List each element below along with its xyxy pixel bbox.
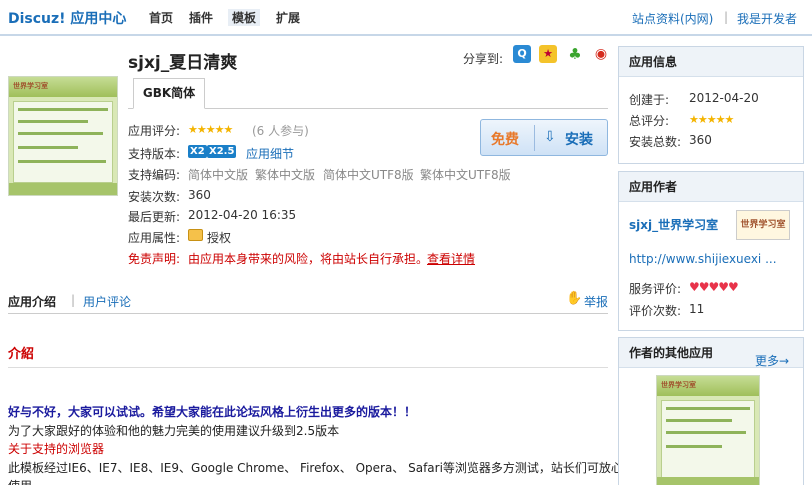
nav-plugins[interactable]: 插件 xyxy=(185,9,217,26)
total-rating-stars: ★★★★★ xyxy=(689,112,734,126)
created-label: 创建于: xyxy=(629,93,670,107)
attribute-value: 授权 xyxy=(207,231,232,245)
thumbnail-grass xyxy=(657,477,759,485)
thumbnail-body xyxy=(13,101,113,183)
install-label: 安装 xyxy=(565,132,593,148)
updated-value: 2012-04-20 16:35 xyxy=(188,208,297,222)
install-divider xyxy=(534,125,535,151)
description-line: 好与不好，大家可以试试。希望大家能在此论坛风格上衍生出更多的版本！！ xyxy=(8,405,417,419)
other-apps-title-text: 作者的其他应用 xyxy=(629,346,714,360)
nav-extend[interactable]: 扩展 xyxy=(272,9,304,26)
installs-value: 360 xyxy=(188,188,211,202)
tab-gbk-simplified[interactable]: GBK简体 xyxy=(133,78,205,109)
star-icon[interactable]: ★ xyxy=(539,45,557,63)
nav-home[interactable]: 首页 xyxy=(145,9,177,26)
thumbnail-line xyxy=(666,419,732,422)
top-bar: Discuz! 应用中心 首页 插件 模板 扩展 站点资料(内网) | 我是开发… xyxy=(0,0,812,34)
site-info-link[interactable]: 站点资料(内网) xyxy=(632,10,713,27)
review-count-label: 评价次数: xyxy=(629,304,682,318)
content-tab-divider xyxy=(8,313,608,314)
nav-templates[interactable]: 模板 xyxy=(228,9,261,26)
description-line: 为了大家跟好的体验和他的魅力完美的使用建议升级到2.5版本 xyxy=(8,424,340,438)
hand-icon[interactable]: ✋ xyxy=(566,291,582,306)
service-rating-hearts: ♥♥♥♥♥ xyxy=(689,280,739,294)
thumbnail-line xyxy=(18,108,108,111)
author-name-link[interactable]: sjxj_世界学习室 xyxy=(629,216,718,233)
thumbnail-line xyxy=(18,120,88,123)
disclaimer-detail-link[interactable]: 查看详情 xyxy=(427,250,475,267)
rating-count: (6 人参与) xyxy=(252,124,309,138)
thumbnail-line xyxy=(18,160,106,163)
more-apps-link[interactable]: 更多→ xyxy=(755,346,789,376)
other-apps-panel: 作者的其他应用 更多→ 世界学习室 xyxy=(618,337,804,485)
app-info-title: 应用信息 xyxy=(619,47,803,77)
version-badge-x2: X2 xyxy=(188,145,207,158)
review-count-value: 11 xyxy=(689,302,705,316)
encoding-option: 繁体中文版 xyxy=(255,168,316,182)
app-author-panel: 应用作者 sjxj_世界学习室 世界学习室 http://www.shijiex… xyxy=(618,171,804,331)
total-installs-value: 360 xyxy=(689,133,712,147)
thumbnail-line xyxy=(666,445,722,448)
encoding-option: 简体中文UTF8版 xyxy=(323,168,414,182)
top-divider xyxy=(0,34,812,36)
thumbnail-body xyxy=(661,400,755,478)
tab-app-intro[interactable]: 应用介绍 xyxy=(8,293,56,310)
thumbnail-grass xyxy=(9,183,117,195)
attribute-label: 应用属性: xyxy=(128,231,181,245)
version-label: 支持版本: xyxy=(128,147,181,161)
thumbnail-line xyxy=(666,431,746,434)
thumbnail-logo: 世界学习室 xyxy=(13,82,48,90)
created-value: 2012-04-20 xyxy=(689,91,759,105)
total-rating-label: 总评分: xyxy=(629,114,670,128)
description-line: 使用 xyxy=(8,477,32,485)
app-thumbnail[interactable]: 世界学习室 xyxy=(8,76,118,196)
encoding-option: 繁体中文UTF8版 xyxy=(420,168,511,182)
tab-user-reviews[interactable]: 用户评论 xyxy=(83,293,131,310)
disclaimer-label: 免责声明: xyxy=(128,252,181,266)
author-logo[interactable]: 世界学习室 xyxy=(736,210,790,240)
clover-icon[interactable]: ♣ xyxy=(566,45,584,63)
total-installs-label: 安装总数: xyxy=(629,135,682,149)
encoding-label: 支持编码: xyxy=(128,168,181,182)
qzone-icon[interactable]: Q xyxy=(513,45,531,63)
free-label: 免费 xyxy=(491,132,519,148)
weibo-icon[interactable]: ◉ xyxy=(592,45,610,63)
star-icon: ★★★★★ xyxy=(689,113,734,126)
other-app-thumbnail[interactable]: 世界学习室 xyxy=(656,375,760,485)
share-label: 分享到: xyxy=(463,52,504,66)
app-author-title: 应用作者 xyxy=(619,172,803,202)
service-rating-label: 服务评价: xyxy=(629,282,682,296)
rating-label: 应用评分: xyxy=(128,124,181,138)
encoding-option: 简体中文版 xyxy=(188,168,249,182)
developer-link[interactable]: 我是开发者 xyxy=(737,10,797,27)
intro-heading: 介紹 xyxy=(8,347,35,362)
star-icon: ★★★★★ xyxy=(188,123,233,136)
app-center-logo[interactable]: Discuz! 应用中心 xyxy=(8,8,126,28)
thumbnail-logo: 世界学习室 xyxy=(661,381,696,389)
description-line: 此模板经过IE6、IE7、IE8、IE9、Google Chrome、 Fire… xyxy=(8,461,623,475)
version-detail-link[interactable]: 应用细节 xyxy=(246,145,294,162)
download-icon: ⇩ xyxy=(544,129,556,145)
installs-label: 安装次数: xyxy=(128,190,181,204)
intro-divider xyxy=(8,367,608,368)
author-url-link[interactable]: http://www.shijiexuexi ... xyxy=(629,252,777,266)
app-title: sjxj_夏日清爽 xyxy=(128,53,238,73)
heart-icon: ♥♥♥♥♥ xyxy=(689,280,739,294)
app-info-panel: 应用信息 创建于: 2012-04-20 总评分: ★★★★★ 安装总数: 36… xyxy=(618,46,804,164)
thumbnail-line xyxy=(666,407,750,410)
other-apps-title: 作者的其他应用 更多→ xyxy=(619,338,803,368)
report-link[interactable]: 举报 xyxy=(584,293,608,310)
version-badge-x25: X2.5 xyxy=(207,145,237,158)
tab-separator: | xyxy=(71,293,76,307)
license-icon xyxy=(188,229,203,241)
description-line: 关于支持的浏览器 xyxy=(8,442,105,456)
disclaimer-text: 由应用本身带来的风险，将由站长自行承担。 xyxy=(188,252,429,266)
updated-label: 最后更新: xyxy=(128,210,181,224)
thumbnail-line xyxy=(18,146,78,149)
rating-stars: ★★★★★ xyxy=(188,122,233,136)
top-separator: | xyxy=(724,10,729,24)
install-button[interactable]: 免费 ⇩ 安装 xyxy=(480,119,608,156)
thumbnail-line xyxy=(18,132,103,135)
